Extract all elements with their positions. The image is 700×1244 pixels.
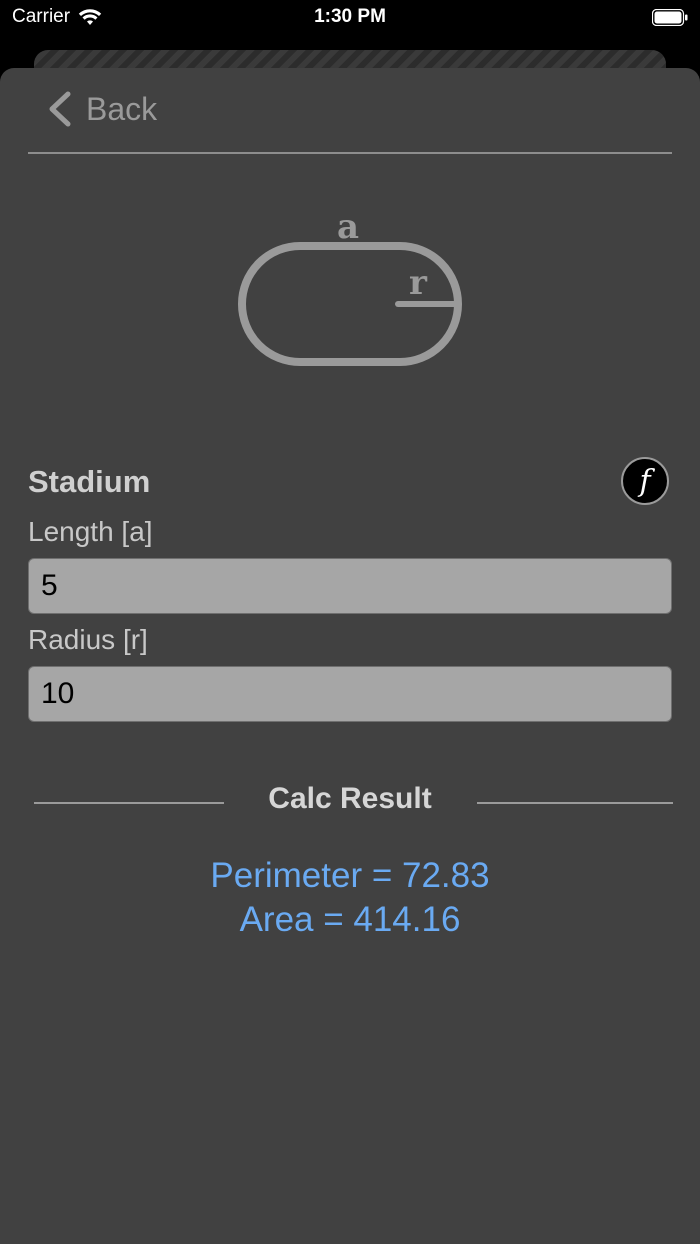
length-input[interactable] bbox=[28, 558, 672, 614]
formula-button[interactable]: f bbox=[621, 457, 669, 505]
calculator-sheet: Back a r Stadium f Length [a] Radius [r]… bbox=[0, 68, 700, 1244]
area-result: Area = 414.16 bbox=[239, 900, 461, 939]
nav-bar: Back bbox=[28, 68, 672, 154]
shape-title: Stadium bbox=[28, 464, 151, 499]
formula-icon: f bbox=[639, 463, 651, 499]
radius-input[interactable] bbox=[28, 666, 672, 722]
back-label: Back bbox=[86, 90, 158, 127]
result-divider-right bbox=[477, 802, 673, 804]
radius-label: Radius [r] bbox=[28, 624, 148, 655]
status-bar: Carrier 1:30 PM bbox=[0, 0, 700, 48]
battery-icon bbox=[652, 9, 688, 26]
length-symbol: a bbox=[337, 207, 359, 247]
stadium-shape-icon: a r bbox=[238, 207, 462, 366]
chevron-left-icon bbox=[49, 91, 71, 127]
perimeter-result: Perimeter = 72.83 bbox=[210, 856, 490, 895]
back-button[interactable]: Back bbox=[46, 90, 157, 128]
radius-symbol: r bbox=[409, 263, 428, 303]
result-heading: Calc Result bbox=[268, 782, 432, 815]
status-time: 1:30 PM bbox=[314, 6, 386, 27]
length-label: Length [a] bbox=[28, 516, 153, 547]
